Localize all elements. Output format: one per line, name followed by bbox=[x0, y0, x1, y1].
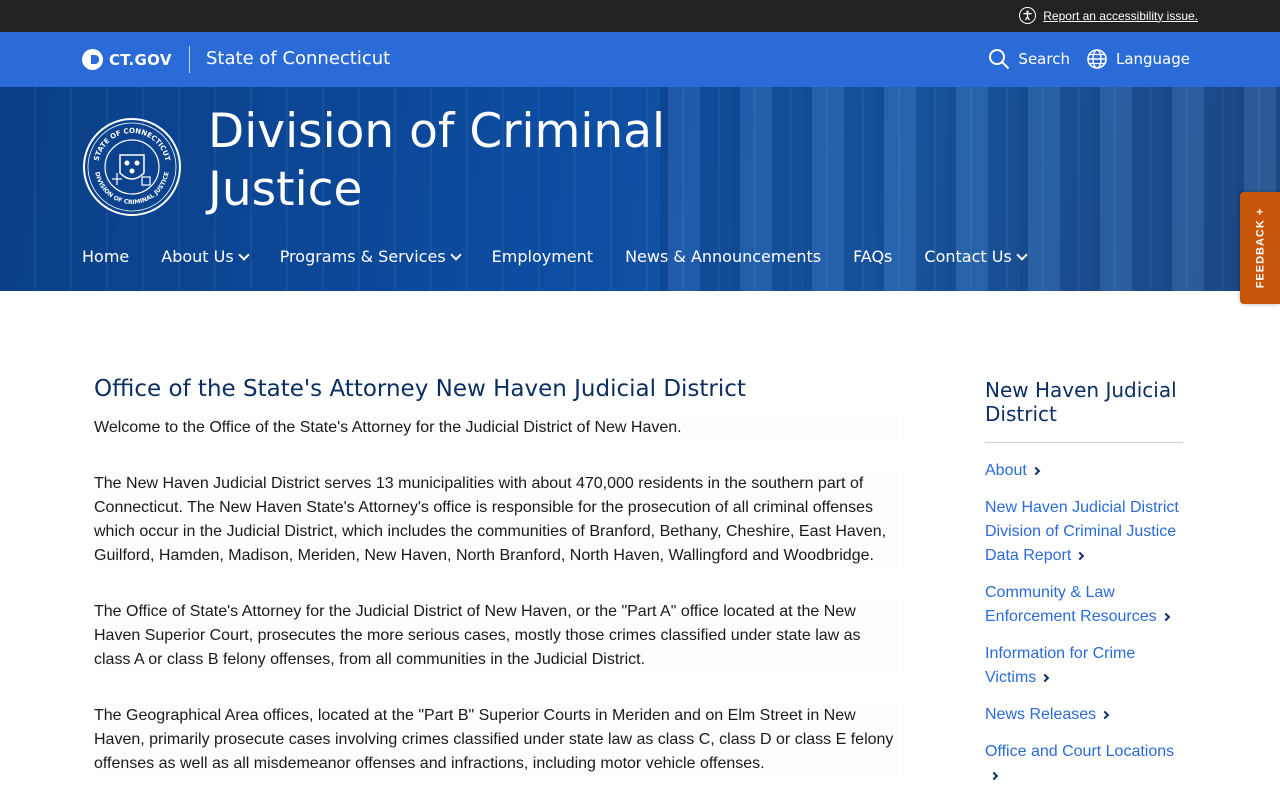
sidebar-link-label: About bbox=[985, 462, 1027, 479]
search-label: Search bbox=[1018, 50, 1070, 68]
nav-item-label: Home bbox=[82, 247, 130, 266]
search-icon bbox=[989, 49, 1010, 70]
nav-item-label: About Us bbox=[161, 247, 234, 266]
body-paragraph: The Office of State's Attorney for the J… bbox=[94, 600, 899, 672]
sidebar-link-community-resources[interactable]: Community & Law Enforcement Resources bbox=[985, 581, 1183, 629]
accessibility-icon bbox=[1019, 7, 1037, 24]
sidebar-title: New Haven Judicial District bbox=[985, 378, 1183, 443]
agency-banner: STATE OF CONNECTICUT DIVISION OF CRIMINA… bbox=[0, 87, 1280, 291]
agency-title[interactable]: Division of Criminal Justice bbox=[208, 103, 728, 219]
chevron-down-icon bbox=[449, 248, 462, 261]
nav-item-about-us[interactable]: About Us bbox=[161, 247, 250, 266]
chevron-down-icon bbox=[238, 248, 250, 261]
body-paragraph: The New Haven Judicial District serves 1… bbox=[94, 472, 899, 568]
chevron-right-icon bbox=[1100, 710, 1110, 720]
nav-item-label: Employment bbox=[491, 247, 594, 266]
nav-item-label: Programs & Services bbox=[279, 247, 446, 266]
sidebar-link-label: News Releases bbox=[985, 706, 1097, 723]
ctgov-logo-icon bbox=[82, 49, 103, 70]
sidebar-link-about[interactable]: About bbox=[985, 459, 1183, 483]
main-navigation: Home About Us Programs & Services Employ… bbox=[82, 247, 1028, 266]
intro-paragraph: Welcome to the Office of the State's Att… bbox=[94, 416, 899, 440]
sidebar-link-label: Community & Law Enforcement Resources bbox=[985, 584, 1157, 625]
state-name-link[interactable]: State of Connecticut bbox=[206, 48, 390, 69]
ctgov-logo-text: CT.GOV bbox=[109, 50, 172, 69]
nav-item-home[interactable]: Home bbox=[82, 247, 129, 266]
sidebar-link-data-report[interactable]: New Haven Judicial District Division of … bbox=[985, 496, 1183, 568]
header-tools: Search Language bbox=[988, 48, 1190, 70]
chevron-right-icon bbox=[1161, 612, 1170, 622]
globe-icon bbox=[1087, 49, 1107, 69]
body-paragraph: The Geographical Area offices, located a… bbox=[94, 704, 899, 776]
header-divider bbox=[189, 46, 190, 73]
sidebar-link-office-locations[interactable]: Office and Court Locations bbox=[985, 740, 1183, 788]
utility-bar: Report an accessibility issue. bbox=[0, 0, 1280, 32]
ctgov-header: CT.GOV State of Connecticut Search Langu… bbox=[0, 32, 1280, 87]
nav-item-label: FAQs bbox=[853, 247, 893, 266]
nav-item-label: News & Announcements bbox=[625, 247, 822, 266]
feedback-label: FEEDBACK + bbox=[1254, 207, 1266, 289]
ctgov-logo[interactable]: CT.GOV bbox=[82, 49, 172, 70]
chevron-right-icon bbox=[1031, 466, 1041, 476]
nav-item-contact-us[interactable]: Contact Us bbox=[924, 247, 1028, 266]
sidebar-link-label: Office and Court Locations bbox=[985, 743, 1175, 760]
sidebar-link-news-releases[interactable]: News Releases bbox=[985, 703, 1183, 727]
dcj-seal-logo[interactable]: STATE OF CONNECTICUT DIVISION OF CRIMINA… bbox=[82, 117, 182, 217]
nav-item-programs-services[interactable]: Programs & Services bbox=[279, 247, 462, 266]
nav-item-label: Contact Us bbox=[924, 247, 1012, 266]
chevron-down-icon bbox=[1016, 248, 1028, 261]
accessibility-link-text[interactable]: Report an accessibility issue. bbox=[1043, 9, 1198, 23]
accessibility-report-link[interactable]: Report an accessibility issue. bbox=[1019, 7, 1198, 24]
feedback-tab[interactable]: FEEDBACK + bbox=[1240, 192, 1280, 304]
language-button[interactable]: Language bbox=[1086, 48, 1190, 70]
chevron-right-icon bbox=[989, 771, 999, 781]
chevron-right-icon bbox=[1041, 673, 1050, 683]
nav-item-faqs[interactable]: FAQs bbox=[853, 247, 892, 266]
nav-item-news-announcements[interactable]: News & Announcements bbox=[625, 247, 821, 266]
nav-item-employment[interactable]: Employment bbox=[492, 247, 593, 266]
language-label: Language bbox=[1115, 50, 1190, 68]
sidebar-link-crime-victims[interactable]: Information for Crime Victims bbox=[985, 642, 1183, 690]
chevron-right-icon bbox=[1076, 551, 1085, 561]
sidebar-link-label: Information for Crime Victims bbox=[985, 645, 1136, 686]
svg-text:DIVISION OF CRIMINAL JUSTICE: DIVISION OF CRIMINAL JUSTICE bbox=[93, 171, 170, 206]
sidebar: New Haven Judicial District About New Ha… bbox=[985, 378, 1183, 800]
search-button[interactable]: Search bbox=[988, 48, 1070, 70]
page-title: Office of the State's Attorney New Haven… bbox=[94, 376, 746, 402]
main-content: Office of the State's Attorney New Haven… bbox=[94, 376, 899, 800]
